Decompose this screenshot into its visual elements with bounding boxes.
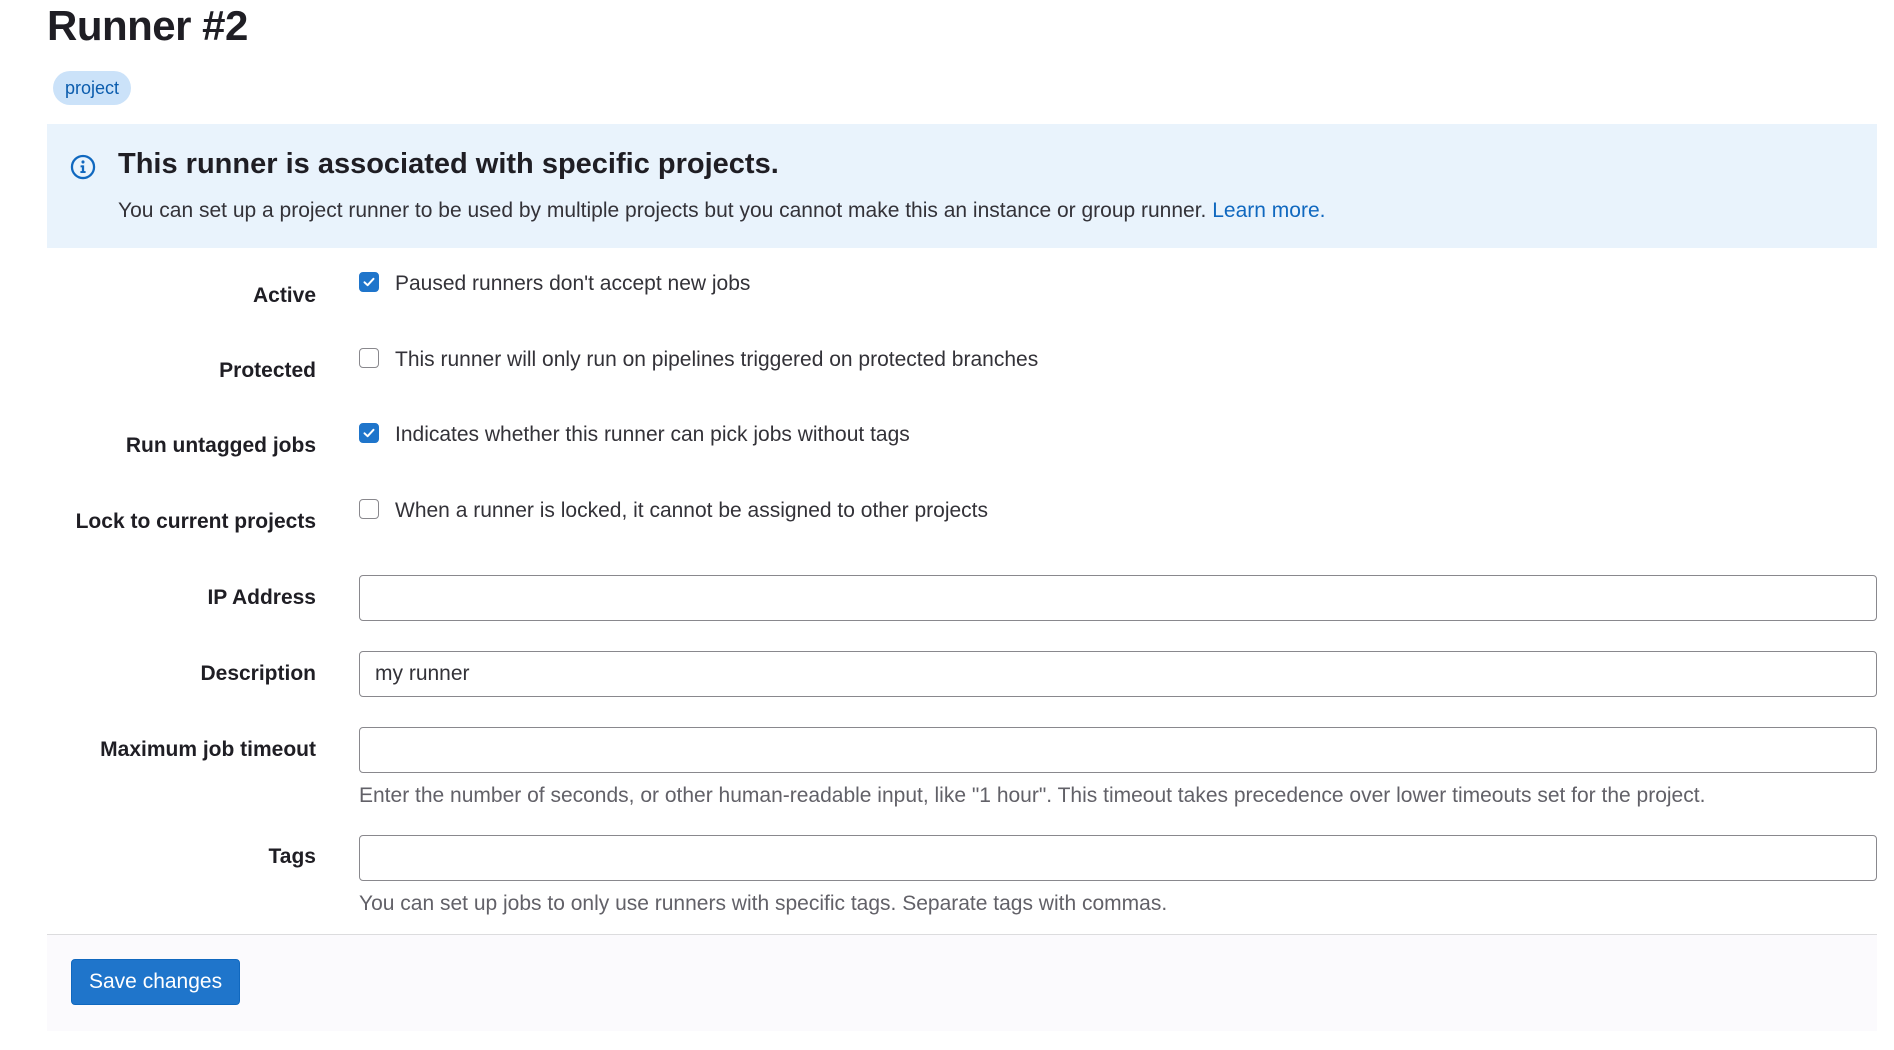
runner-edit-page: Runner #2 project This runner is associa… [0, 0, 1894, 1050]
ip-address-input[interactable] [359, 575, 1877, 621]
description-label: Description [200, 662, 316, 685]
lock-checkbox[interactable] [359, 499, 379, 519]
run-untagged-description: Indicates whether this runner can pick j… [395, 423, 910, 446]
protected-description: This runner will only run on pipelines t… [395, 348, 1039, 371]
save-changes-button[interactable]: Save changes [71, 959, 241, 1005]
max-timeout-label: Maximum job timeout [100, 738, 316, 761]
tags-input[interactable] [359, 835, 1877, 881]
tags-label: Tags [268, 845, 316, 868]
run-untagged-label: Run untagged jobs [125, 434, 316, 457]
info-icon [70, 154, 96, 180]
lock-description: When a runner is locked, it cannot be as… [395, 499, 989, 522]
alert-title: This runner is associated with specific … [118, 148, 779, 180]
max-timeout-input[interactable] [359, 727, 1877, 773]
checkmark-icon [363, 428, 375, 438]
runner-type-badge: project [53, 71, 132, 105]
protected-checkbox[interactable] [359, 348, 379, 368]
learn-more-link[interactable]: Learn more. [1212, 199, 1325, 222]
alert-body-text: You can set up a project runner to be us… [118, 199, 1207, 222]
active-checkbox[interactable] [359, 272, 379, 292]
run-untagged-checkbox[interactable] [359, 423, 379, 443]
description-input[interactable] [359, 651, 1877, 697]
active-description: Paused runners don't accept new jobs [395, 272, 751, 295]
active-label: Active [252, 284, 316, 307]
info-alert: This runner is associated with specific … [47, 124, 1877, 248]
form-footer: Save changes [47, 934, 1877, 1031]
alert-body: You can set up a project runner to be us… [118, 199, 1325, 223]
checkmark-icon [363, 277, 375, 287]
protected-label: Protected [219, 359, 316, 382]
tags-help: You can set up jobs to only use runners … [359, 892, 1168, 915]
max-timeout-help: Enter the number of seconds, or other hu… [359, 784, 1706, 807]
page-title: Runner #2 [47, 2, 248, 49]
ip-address-label: IP Address [207, 586, 316, 609]
lock-label: Lock to current projects [75, 510, 316, 533]
